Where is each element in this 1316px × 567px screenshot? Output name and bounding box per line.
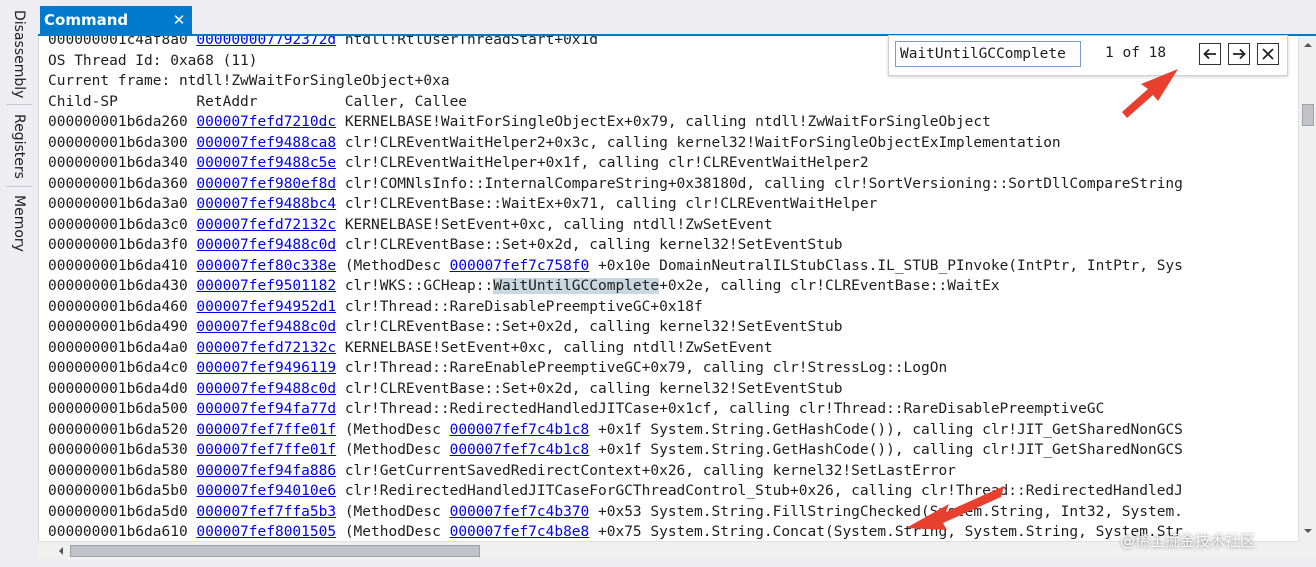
annotation-layer	[906, 69, 1178, 530]
annotation-arrow-find-bar	[1122, 69, 1178, 118]
watermark: @稀土掘金技术社区	[1120, 532, 1256, 550]
annotation-arrow-concat	[906, 486, 1004, 530]
